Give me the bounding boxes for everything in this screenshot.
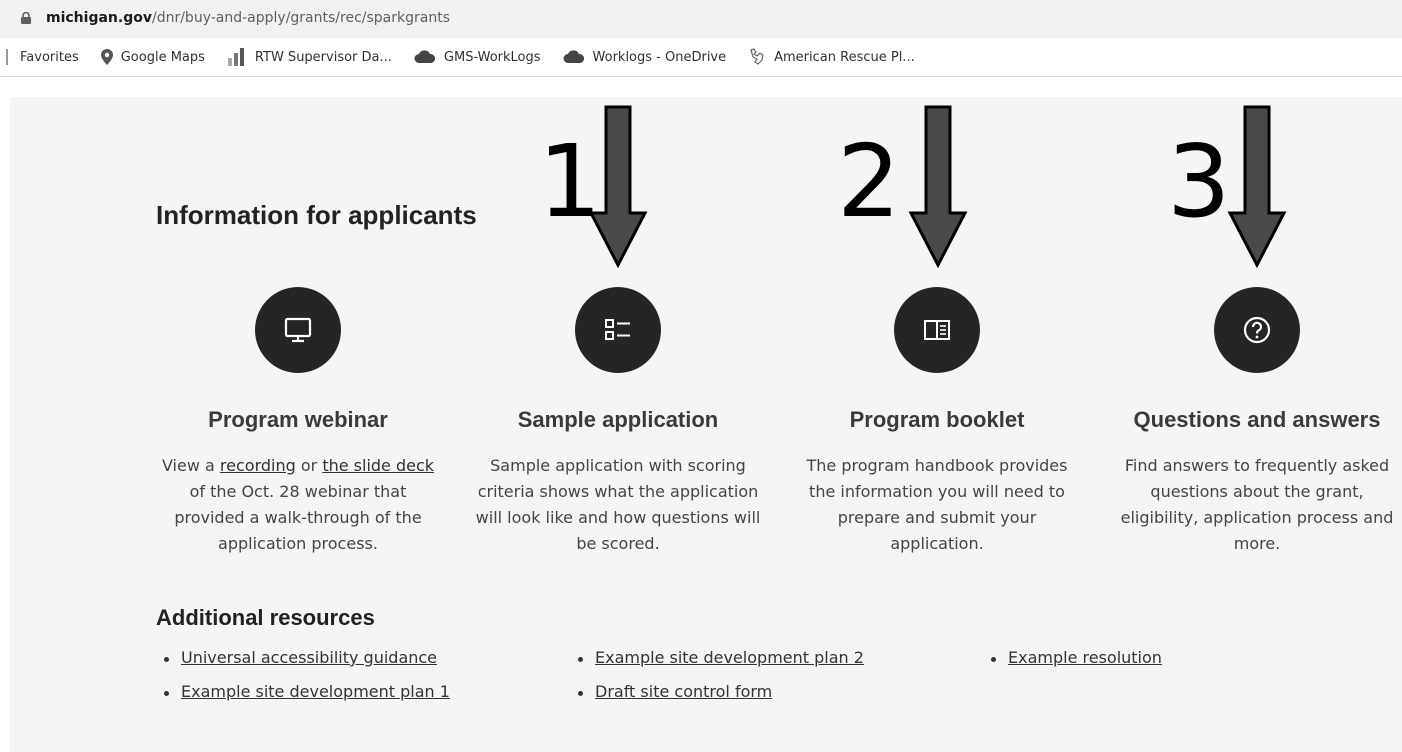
card-title: Program webinar [208,407,388,432]
page-title: Information for applicants [156,200,477,230]
example-resolution-link[interactable]: Example resolution [1008,648,1162,667]
card-questions-and-answers: Questions and answers Find answers to fr… [1107,287,1402,557]
universal-accessibility-link[interactable]: Universal accessibility guidance [181,648,437,667]
icon-circle[interactable] [894,287,980,373]
bar-chart-icon [227,48,244,66]
resources-list: Example site development plan 2 Draft si… [570,648,864,716]
bookmark-american-rescue[interactable]: American Rescue Pl... [748,48,915,66]
card-title[interactable]: Sample application [468,407,768,433]
down-arrow-icon [908,105,968,269]
site-control-form-link[interactable]: Draft site control form [595,682,772,701]
recording-link[interactable]: recording [220,456,296,475]
question-icon [1243,316,1271,344]
bookmark-favorites[interactable]: Favorites [6,49,79,65]
address-bar[interactable]: michigan.gov/dnr/buy-and-apply/grants/re… [0,0,1402,38]
list-item: Example site development plan 2 [570,648,864,682]
cloud-icon [563,50,584,63]
monitor-icon [284,317,312,343]
card-description: The program handbook provides the inform… [806,456,1068,553]
bookmark-rtw-supervisor[interactable]: RTW Supervisor Da... [227,48,392,66]
list-icon [605,319,630,340]
card-program-webinar: Program webinar View a recording or the … [148,287,448,557]
list-item: Draft site control form [570,682,864,716]
slide-deck-link[interactable]: the slide deck [322,456,434,475]
down-arrow-icon [588,105,648,269]
icon-circle[interactable] [255,287,341,373]
resources-list: Universal accessibility guidance Example… [156,648,450,716]
booklet-icon [924,320,950,340]
list-item: Universal accessibility guidance [156,648,450,682]
card-program-booklet: Program booklet The program handbook pro… [787,287,1087,557]
list-item: Example site development plan 1 [156,682,450,716]
cloud-icon [414,50,435,63]
list-item: Example resolution [983,648,1162,682]
url-text[interactable]: michigan.gov/dnr/buy-and-apply/grants/re… [46,10,450,26]
icon-circle[interactable] [575,287,661,373]
bookmark-gms-worklogs[interactable]: GMS-WorkLogs [414,50,541,65]
lock-icon [21,12,31,24]
bookmarks-bar: Favorites Google Maps RTW Supervisor Da.… [0,38,1402,77]
resources-list: Example resolution [983,648,1162,682]
additional-resources-heading: Additional resources [156,605,375,630]
map-pin-icon [100,49,113,65]
down-arrow-icon [1227,105,1287,269]
icon-circle[interactable] [1214,287,1300,373]
card-sample-application: Sample application Sample application wi… [468,287,768,557]
page-content: Information for applicants 1 2 3 Program… [10,97,1402,752]
card-description: Find answers to frequently asked questio… [1120,456,1394,553]
site-plan-1-link[interactable]: Example site development plan 1 [181,682,450,701]
annotation-number-2: 2 [837,123,901,240]
bookmark-google-maps[interactable]: Google Maps [100,49,205,65]
card-description: Sample application with scoring criteria… [475,456,761,553]
card-title[interactable]: Questions and answers [1107,407,1402,433]
annotation-number-3: 3 [1167,123,1231,240]
card-title[interactable]: Program booklet [787,407,1087,433]
folder-icon [6,49,8,65]
card-description: View a recording or the slide deck of th… [161,456,435,553]
bookmark-worklogs-onedrive[interactable]: Worklogs - OneDrive [563,50,726,65]
michigan-map-icon [750,48,764,65]
site-plan-2-link[interactable]: Example site development plan 2 [595,648,864,667]
